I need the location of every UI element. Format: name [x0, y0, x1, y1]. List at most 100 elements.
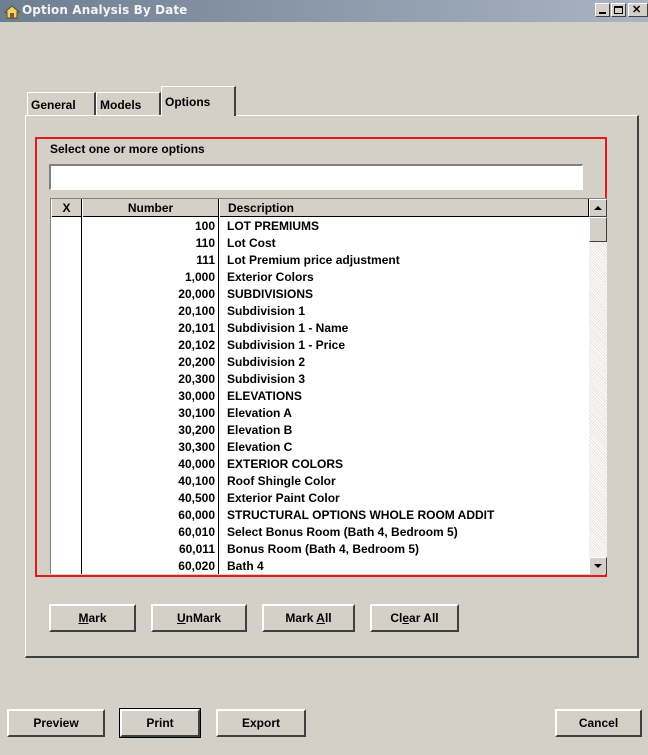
option-description: Bath 4: [227, 559, 264, 573]
row-mark-cell[interactable]: [51, 235, 81, 252]
option-description: Exterior Paint Color: [227, 491, 340, 505]
table-row[interactable]: 40,100 Roof Shingle Color: [51, 473, 589, 490]
option-description: STRUCTURAL OPTIONS WHOLE ROOM ADDIT: [227, 508, 495, 522]
option-number: 60,000: [178, 508, 215, 522]
column-header-number[interactable]: Number: [82, 199, 219, 217]
table-row[interactable]: 110 Lot Cost: [51, 235, 589, 252]
table-row[interactable]: 40,500 Exterior Paint Color: [51, 490, 589, 507]
row-mark-cell[interactable]: [51, 490, 81, 507]
tab-general[interactable]: General: [27, 92, 96, 116]
table-row[interactable]: 30,200 Elevation B: [51, 422, 589, 439]
print-button[interactable]: Print: [119, 708, 201, 738]
row-mark-cell[interactable]: [51, 388, 81, 405]
row-mark-cell[interactable]: [51, 456, 81, 473]
option-description: Elevation B: [227, 423, 293, 437]
table-row[interactable]: 60,011 Bonus Room (Bath 4, Bedroom 5): [51, 541, 589, 558]
option-description: Subdivision 1 - Name: [227, 321, 349, 335]
row-mark-cell[interactable]: [51, 371, 81, 388]
row-mark-cell[interactable]: [51, 218, 81, 235]
row-mark-cell[interactable]: [51, 524, 81, 541]
unmark-button[interactable]: UnMark: [151, 604, 247, 632]
table-row[interactable]: 20,101 Subdivision 1 - Name: [51, 320, 589, 337]
row-mark-cell[interactable]: [51, 541, 81, 558]
table-row[interactable]: 60,020 Bath 4: [51, 558, 589, 574]
minimize-icon: [599, 12, 606, 14]
option-description: Subdivision 1 - Price: [227, 338, 346, 352]
scroll-down-arrow-icon: [594, 564, 602, 568]
row-mark-cell[interactable]: [51, 507, 81, 524]
mark-button-label-post: ark: [88, 611, 107, 625]
option-description: Elevation C: [227, 440, 293, 454]
row-mark-cell[interactable]: [51, 286, 81, 303]
row-mark-cell[interactable]: [51, 405, 81, 422]
row-mark-cell[interactable]: [51, 439, 81, 456]
option-description: Exterior Colors: [227, 270, 314, 284]
option-number: 20,101: [178, 321, 215, 335]
option-number: 111: [196, 253, 215, 267]
table-row[interactable]: 30,300 Elevation C: [51, 439, 589, 456]
preview-button-label: Preview: [33, 716, 79, 730]
row-mark-cell[interactable]: [51, 269, 81, 286]
option-number: 40,500: [178, 491, 215, 505]
options-grid[interactable]: X Number Description 100 LOT PREMIUMS 110 L…: [50, 198, 607, 574]
row-mark-cell[interactable]: [51, 320, 81, 337]
cancel-button[interactable]: Cancel: [555, 709, 642, 737]
table-row[interactable]: 1,000 Exterior Colors: [51, 269, 589, 286]
option-description: Select Bonus Room (Bath 4, Bedroom 5): [227, 525, 458, 539]
tab-models[interactable]: Models: [96, 92, 161, 116]
table-row[interactable]: 40,000 EXTERIOR COLORS: [51, 456, 589, 473]
scroll-thumb[interactable]: [589, 217, 607, 242]
mark-all-button[interactable]: Mark All: [262, 604, 355, 632]
preview-button[interactable]: Preview: [7, 709, 105, 737]
column-header-x[interactable]: X: [51, 199, 82, 217]
table-row[interactable]: 60,000 STRUCTURAL OPTIONS WHOLE ROOM ADDI…: [51, 507, 589, 524]
minimize-button[interactable]: [595, 3, 610, 17]
tab-options-label: Options: [165, 95, 211, 109]
option-description: Subdivision 3: [227, 372, 306, 386]
row-mark-cell[interactable]: [51, 473, 81, 490]
table-row[interactable]: 20,300 Subdivision 3: [51, 371, 589, 388]
table-row[interactable]: 111 Lot Premium price adjustment: [51, 252, 589, 269]
scroll-down-button[interactable]: [589, 557, 607, 574]
clear-all-button[interactable]: Clear All: [370, 604, 459, 632]
mark-button[interactable]: Mark: [49, 604, 136, 632]
row-mark-cell[interactable]: [51, 303, 81, 320]
close-button[interactable]: ✕: [628, 3, 648, 17]
option-number: 100: [194, 219, 215, 233]
title-bar[interactable]: Option Analysis By Date ✕: [0, 0, 648, 22]
option-description: Subdivision 2: [227, 355, 306, 369]
column-header-description[interactable]: Description: [219, 199, 589, 217]
export-button[interactable]: Export: [216, 709, 306, 737]
table-row[interactable]: 60,010 Select Bonus Room (Bath 4, Bedroom…: [51, 524, 589, 541]
row-mark-cell[interactable]: [51, 354, 81, 371]
row-mark-cell[interactable]: [51, 558, 81, 574]
table-row[interactable]: 20,000 SUBDIVISIONS: [51, 286, 589, 303]
tab-options[interactable]: Options: [161, 86, 236, 116]
option-number: 30,000: [178, 389, 215, 403]
option-search-input[interactable]: [49, 164, 583, 190]
row-mark-cell[interactable]: [51, 252, 81, 269]
table-row[interactable]: 20,100 Subdivision 1: [51, 303, 589, 320]
scroll-up-button[interactable]: [589, 199, 607, 217]
row-mark-cell[interactable]: [51, 422, 81, 439]
option-number: 40,100: [178, 474, 215, 488]
maximize-button[interactable]: [611, 3, 626, 17]
option-number: 40,000: [178, 457, 215, 471]
table-row[interactable]: 20,200 Subdivision 2: [51, 354, 589, 371]
table-row[interactable]: 100 LOT PREMIUMS: [51, 218, 589, 235]
app-icon: [4, 5, 20, 19]
tab-models-label: Models: [100, 98, 142, 112]
table-row[interactable]: 30,100 Elevation A: [51, 405, 589, 422]
table-row[interactable]: 20,102 Subdivision 1 - Price: [51, 337, 589, 354]
table-row[interactable]: 30,000 ELEVATIONS: [51, 388, 589, 405]
grid-header: X Number Description: [51, 199, 589, 217]
option-number: 110: [195, 236, 215, 250]
scroll-up-arrow-icon: [594, 206, 602, 210]
vertical-scrollbar[interactable]: [589, 199, 607, 574]
option-number: 60,020: [178, 559, 215, 573]
unmark-button-mnemonic: U: [176, 611, 186, 625]
option-description: Lot Premium price adjustment: [227, 253, 400, 267]
close-icon: ✕: [632, 4, 642, 16]
option-description: Subdivision 1: [227, 304, 306, 318]
row-mark-cell[interactable]: [51, 337, 81, 354]
